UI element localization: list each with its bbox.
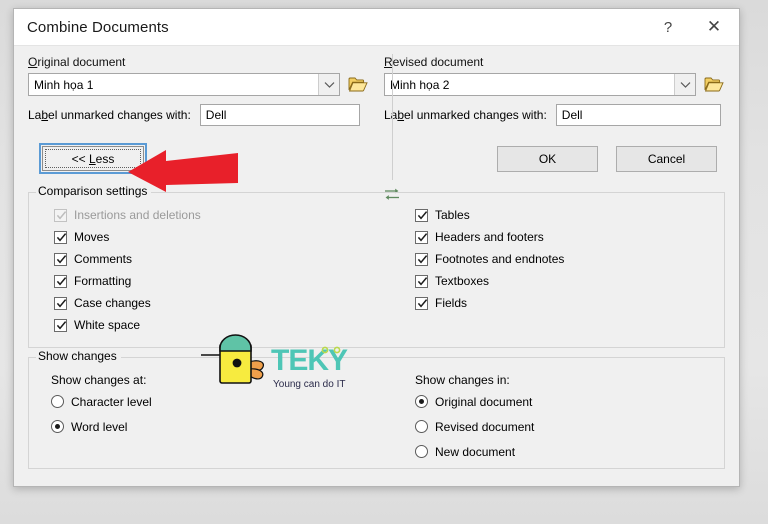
show-changes-in-label: Show changes in: xyxy=(415,373,510,387)
focus-rect xyxy=(45,149,141,168)
original-combo-row: Minh họa 1 xyxy=(28,73,369,96)
radio-unselected-icon[interactable] xyxy=(415,420,428,433)
checkbox-checked-icon[interactable] xyxy=(415,230,428,244)
revised-browse-folder-icon[interactable] xyxy=(703,74,725,95)
dialog-title: Combine Documents xyxy=(27,18,169,36)
checkbox-checked-icon[interactable] xyxy=(54,318,67,332)
radio-selected-icon[interactable] xyxy=(51,420,64,433)
comparison-settings-group: Comparison settings Insertions and delet… xyxy=(28,184,725,348)
checkbox-checked-icon[interactable] xyxy=(54,252,67,266)
less-button[interactable]: << Less xyxy=(39,143,147,174)
comparison-right-checkbox-row[interactable]: Footnotes and endnotes xyxy=(415,248,724,270)
checkbox-label: Case changes xyxy=(74,296,151,310)
checkbox-label: Headers and footers xyxy=(435,230,544,244)
checkbox-label: Textboxes xyxy=(435,274,490,288)
revised-combo-row: Minh họa 2 xyxy=(384,73,725,96)
checkbox-checked-icon[interactable] xyxy=(415,252,428,266)
show-changes-at-radio-row[interactable]: Character level xyxy=(51,389,395,414)
comparison-left-checkbox-row: Insertions and deletions xyxy=(54,204,395,226)
checkbox-label: White space xyxy=(74,318,141,332)
ok-button[interactable]: OK xyxy=(497,146,598,172)
checkbox-label: Moves xyxy=(74,230,110,244)
comparison-right-checkbox-row[interactable]: Textboxes xyxy=(415,270,724,292)
show-changes-in-column: Show changes in: Original document Revise… xyxy=(395,369,724,464)
comparison-left-checkbox-row[interactable]: Formatting xyxy=(54,270,395,292)
comparison-settings-title: Comparison settings xyxy=(36,184,152,198)
dialog-titlebar: Combine Documents ? ✕ xyxy=(14,9,739,46)
radio-label: Character level xyxy=(71,394,152,409)
original-document-value: Minh họa 1 xyxy=(34,77,94,92)
comparison-left-checkbox-row[interactable]: Moves xyxy=(54,226,395,248)
checkbox-checked-icon xyxy=(54,208,67,222)
revised-unmarked-input[interactable]: Dell xyxy=(555,104,721,126)
revised-document-value: Minh họa 2 xyxy=(390,77,450,92)
original-unmarked-row: Label unmarked changes with: Dell xyxy=(28,104,369,126)
close-button[interactable]: ✕ xyxy=(689,9,739,45)
comparison-left-column: Insertions and deletions Moves Comments For… xyxy=(29,204,395,336)
comparison-settings-header: Comparison settings xyxy=(29,184,724,201)
revised-unmarked-row: Label unmarked changes with: Dell xyxy=(384,104,725,126)
revised-document-label: Revised document xyxy=(384,55,484,69)
show-changes-in-radio-row[interactable]: Revised document xyxy=(415,414,724,439)
radio-selected-icon[interactable] xyxy=(415,395,428,408)
dialog-body: OOriginal documentriginal document Minh … xyxy=(14,46,739,487)
comparison-left-checkbox-row[interactable]: Case changes xyxy=(54,292,395,314)
show-changes-header: Show changes xyxy=(29,349,724,366)
comparison-right-checkbox-row[interactable]: Headers and footers xyxy=(415,226,724,248)
comparison-settings-columns: Insertions and deletions Moves Comments For… xyxy=(29,201,724,336)
dialog-action-row: << Less OK Cancel xyxy=(28,140,725,184)
original-document-combobox[interactable]: Minh họa 1 xyxy=(28,73,340,96)
original-document-pane: OOriginal documentriginal document Minh … xyxy=(28,55,369,126)
show-changes-at-column: Show changes at: Character level Word lev… xyxy=(29,369,395,464)
show-changes-at-label: Show changes at: xyxy=(51,373,147,387)
comparison-right-column: Tables Headers and footers Footnotes and e… xyxy=(395,204,724,336)
revised-unmarked-label: Label unmarked changes with: xyxy=(384,108,547,122)
radio-label: New document xyxy=(435,444,516,459)
radio-label: Revised document xyxy=(435,419,535,434)
original-unmarked-label: Label unmarked changes with: xyxy=(28,108,191,122)
checkbox-checked-icon[interactable] xyxy=(415,208,428,222)
chevron-down-icon[interactable] xyxy=(318,74,339,95)
checkbox-label: Footnotes and endnotes xyxy=(435,252,565,266)
original-document-label: OOriginal documentriginal document xyxy=(28,55,126,69)
combine-documents-dialog: Combine Documents ? ✕ OOriginal document… xyxy=(13,8,740,487)
original-unmarked-input[interactable]: Dell xyxy=(199,104,360,126)
show-changes-at-radio-row[interactable]: Word level xyxy=(51,414,395,439)
chevron-down-icon[interactable] xyxy=(674,74,695,95)
checkbox-checked-icon[interactable] xyxy=(54,274,67,288)
show-changes-title: Show changes xyxy=(36,349,121,363)
cancel-button[interactable]: Cancel xyxy=(616,146,717,172)
show-changes-columns: Show changes at: Character level Word lev… xyxy=(29,366,724,464)
radio-unselected-icon[interactable] xyxy=(415,445,428,458)
checkbox-checked-icon[interactable] xyxy=(54,230,67,244)
checkbox-label: Tables xyxy=(435,208,470,222)
radio-unselected-icon[interactable] xyxy=(51,395,64,408)
revised-document-pane: Revised document Minh họa 2 Label unmark… xyxy=(384,55,725,126)
radio-label: Word level xyxy=(71,419,128,434)
comparison-left-checkbox-row[interactable]: White space xyxy=(54,314,395,336)
show-changes-in-radio-row[interactable]: New document xyxy=(415,439,724,464)
checkbox-label: Insertions and deletions xyxy=(74,208,201,222)
show-changes-group: Show changes Show changes at: Character … xyxy=(28,349,725,469)
original-browse-folder-icon[interactable] xyxy=(347,74,369,95)
comparison-right-checkbox-row[interactable]: Fields xyxy=(415,292,724,314)
revised-document-combobox[interactable]: Minh họa 2 xyxy=(384,73,696,96)
documents-section: OOriginal documentriginal document Minh … xyxy=(14,46,739,180)
comparison-left-checkbox-row[interactable]: Comments xyxy=(54,248,395,270)
checkbox-checked-icon[interactable] xyxy=(415,296,428,310)
checkbox-checked-icon[interactable] xyxy=(54,296,67,310)
checkbox-checked-icon[interactable] xyxy=(415,274,428,288)
checkbox-label: Fields xyxy=(435,296,468,310)
show-changes-in-radio-row[interactable]: Original document xyxy=(415,389,724,414)
radio-label: Original document xyxy=(435,394,533,409)
comparison-right-checkbox-row[interactable]: Tables xyxy=(415,204,724,226)
checkbox-label: Comments xyxy=(74,252,133,266)
checkbox-label: Formatting xyxy=(74,274,132,288)
help-button[interactable]: ? xyxy=(647,9,689,45)
